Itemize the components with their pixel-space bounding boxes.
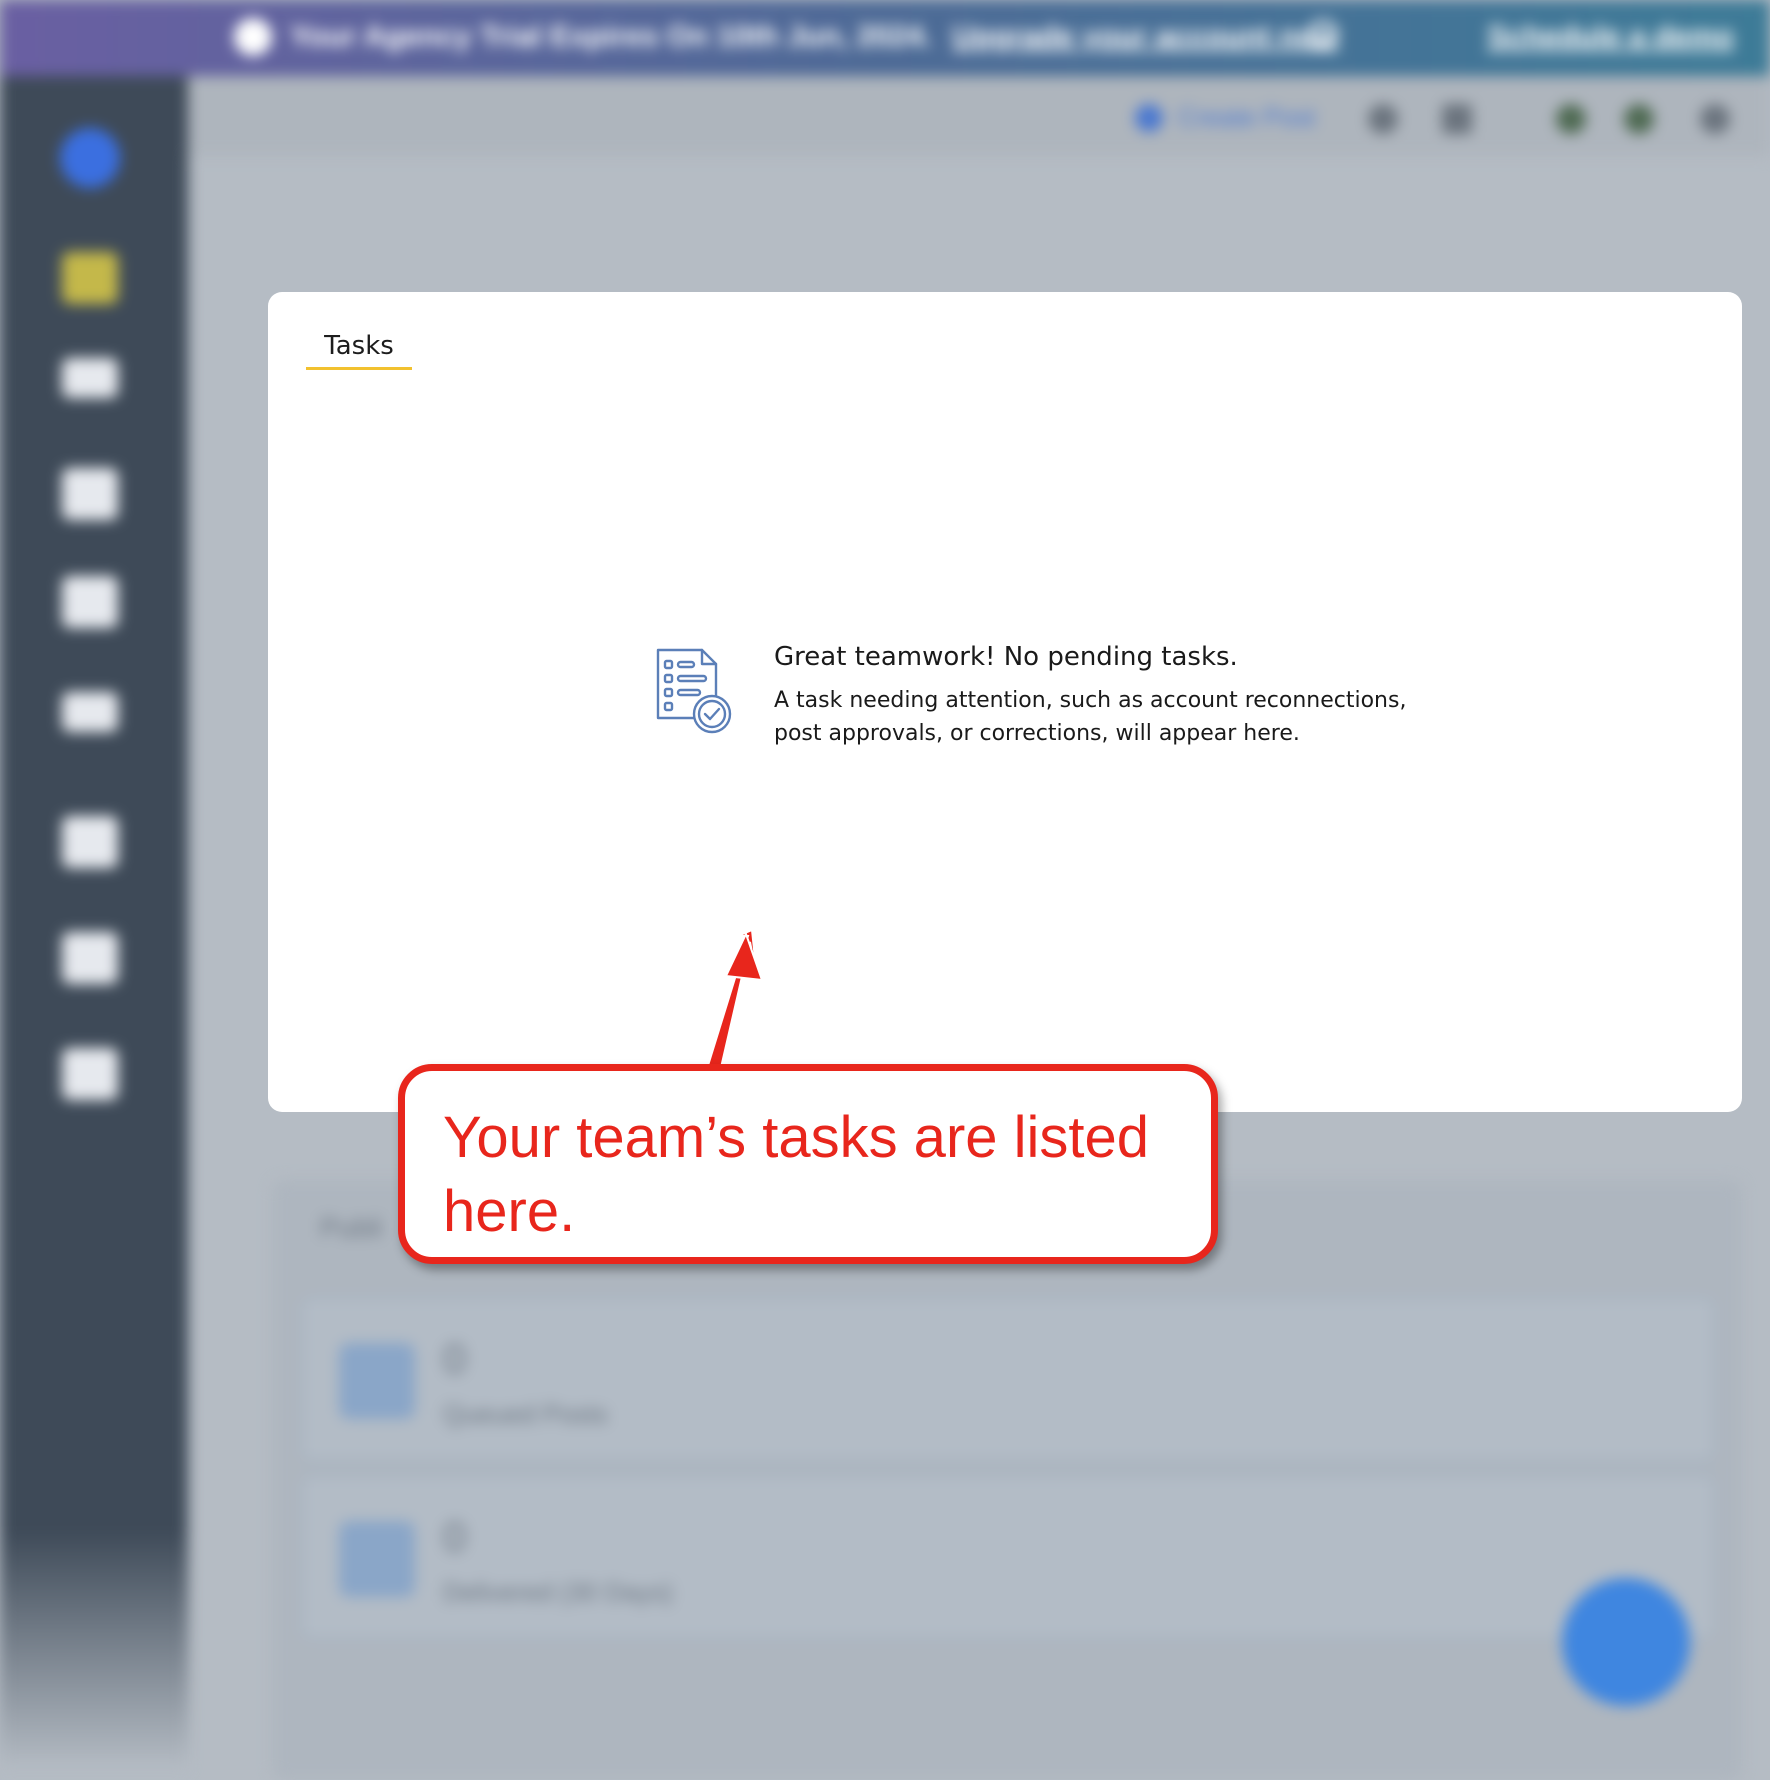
annotation-text: Your team’s tasks are listed here. <box>443 1105 1150 1244</box>
team-icon[interactable] <box>62 932 118 984</box>
sidebar-fade <box>0 1530 188 1770</box>
status-icon[interactable] <box>1624 104 1654 134</box>
integrations-icon[interactable] <box>62 1048 118 1100</box>
trial-expiry-text: Your Agency Trial Expires On 10th Jun, 2… <box>290 20 932 53</box>
trial-banner-text: Your Agency Trial Expires On 10th Jun, 2… <box>290 20 1339 54</box>
plus-circle-icon <box>1135 104 1163 132</box>
tab-tasks[interactable]: Tasks <box>306 328 412 370</box>
stat-card-delivered: 0 Delivered (30 Days) <box>300 1474 1716 1640</box>
stat-value: 0 <box>443 1335 467 1382</box>
calendar-icon[interactable] <box>62 816 118 868</box>
create-post-button[interactable]: Create Post <box>1178 102 1315 133</box>
stat-value: 0 <box>443 1513 467 1560</box>
chat-fab-button[interactable] <box>1562 1578 1690 1706</box>
publishing-tab[interactable]: Publi <box>320 1212 382 1244</box>
delivered-icon <box>339 1521 415 1597</box>
tools-icon[interactable] <box>62 468 118 520</box>
queue-icon <box>339 1343 415 1419</box>
task-checklist-icon <box>656 648 732 734</box>
stat-card-queued: 0 Queued Posts <box>300 1296 1716 1462</box>
tasks-panel: Tasks Great teamwork! No pending tasks. … <box>268 292 1742 1112</box>
messages-icon[interactable] <box>62 358 118 398</box>
empty-state-description: A task needing attention, such as accoun… <box>774 684 1534 750</box>
analytics-icon[interactable] <box>62 692 118 732</box>
stat-label: Delivered (30 Days) <box>443 1577 673 1607</box>
top-bar <box>188 76 1770 156</box>
info-icon <box>234 18 272 56</box>
notification-icon[interactable] <box>1556 104 1586 134</box>
empty-state-line-1: A task needing attention, such as accoun… <box>774 688 1407 713</box>
settings-icon[interactable] <box>62 576 118 628</box>
schedule-demo-link[interactable]: Schedule a demo <box>1487 20 1734 54</box>
stat-label: Queued Posts <box>443 1399 608 1429</box>
empty-state-title: Great teamwork! No pending tasks. <box>774 642 1238 672</box>
help-icon[interactable] <box>1368 104 1398 134</box>
trial-banner: Your Agency Trial Expires On 10th Jun, 2… <box>0 0 1770 76</box>
sidebar <box>0 76 188 1770</box>
user-avatar[interactable] <box>1700 104 1730 134</box>
dashboard-icon[interactable] <box>62 252 118 304</box>
grid-icon[interactable] <box>1442 104 1472 134</box>
logo-icon[interactable] <box>60 128 120 188</box>
annotation-callout: Your team’s tasks are listed here. <box>398 1064 1218 1264</box>
upgrade-link[interactable]: Upgrade your account now <box>952 20 1339 53</box>
clock-icon <box>1308 20 1338 50</box>
empty-state-line-2: post approvals, or corrections, will app… <box>774 721 1300 746</box>
